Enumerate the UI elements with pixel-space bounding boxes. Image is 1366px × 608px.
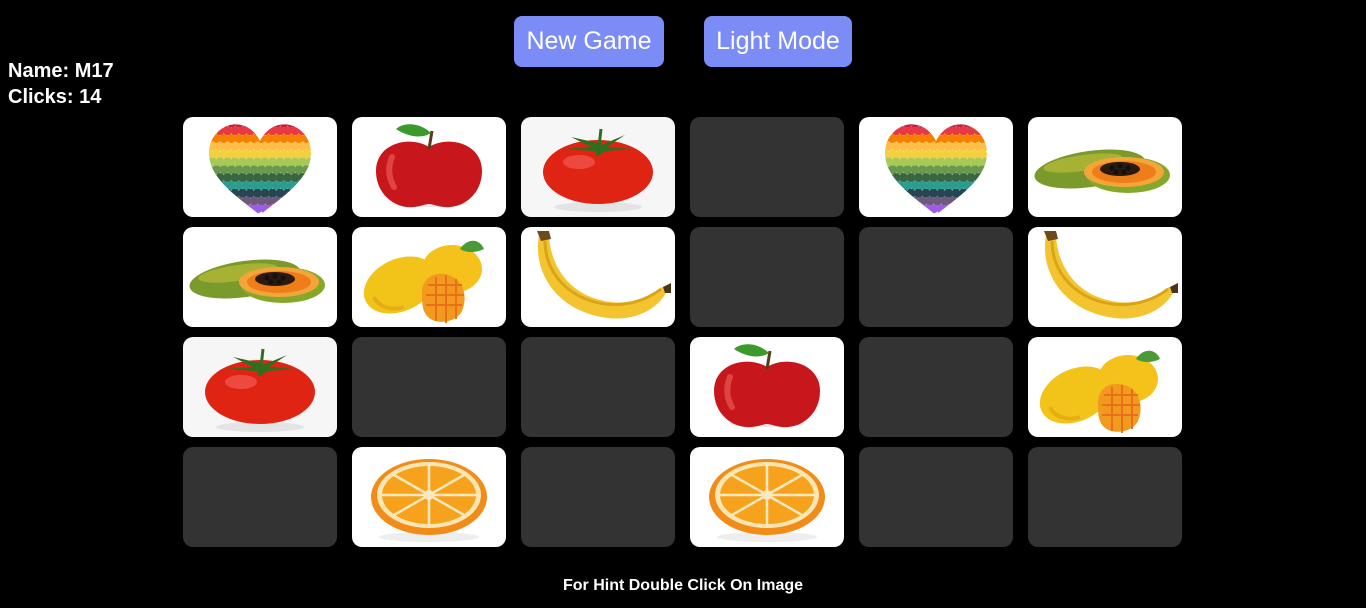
card-r2c3-banana[interactable] — [521, 227, 675, 327]
card-r2c5-hidden[interactable] — [859, 227, 1013, 327]
card-r1c5-heart[interactable] — [859, 117, 1013, 217]
card-r3c1-tomato[interactable] — [183, 337, 337, 437]
card-r1c1-heart[interactable] — [183, 117, 337, 217]
banana-icon — [537, 231, 671, 319]
mango-icon — [363, 240, 484, 323]
card-r2c4-hidden[interactable] — [690, 227, 844, 327]
papaya-icon — [189, 259, 325, 303]
card-r4c5-hidden[interactable] — [859, 447, 1013, 547]
tomato-icon — [205, 348, 315, 432]
mango-icon — [1039, 350, 1160, 433]
card-r1c2-apple[interactable] — [352, 117, 506, 217]
memory-game-page: New Game Light Mode Name: M17 Clicks: 14 — [0, 0, 1366, 608]
card-r4c3-hidden[interactable] — [521, 447, 675, 547]
card-r1c3-tomato[interactable] — [521, 117, 675, 217]
card-r2c2-mango[interactable] — [352, 227, 506, 327]
card-r4c1-hidden[interactable] — [183, 447, 337, 547]
papaya-icon — [1034, 149, 1170, 193]
card-r3c6-mango[interactable] — [1028, 337, 1182, 437]
apple-icon — [714, 344, 820, 428]
card-r2c1-papaya[interactable] — [183, 227, 337, 327]
card-r4c4-orange[interactable] — [690, 447, 844, 547]
card-r3c2-hidden[interactable] — [352, 337, 506, 437]
card-r3c3-hidden[interactable] — [521, 337, 675, 437]
card-r3c5-hidden[interactable] — [859, 337, 1013, 437]
orange-icon — [371, 459, 487, 542]
new-game-button[interactable]: New Game — [514, 16, 664, 67]
light-mode-button[interactable]: Light Mode — [704, 16, 852, 67]
card-r3c4-apple[interactable] — [690, 337, 844, 437]
apple-icon — [376, 124, 482, 208]
click-counter: Clicks: 14 — [8, 86, 102, 108]
orange-icon — [709, 459, 825, 542]
card-r1c4-hidden[interactable] — [690, 117, 844, 217]
card-grid — [183, 117, 1182, 547]
card-r1c6-papaya[interactable] — [1028, 117, 1182, 217]
hint-text: For Hint Double Click On Image — [562, 577, 804, 594]
card-r4c6-hidden[interactable] — [1028, 447, 1182, 547]
card-r4c2-orange[interactable] — [352, 447, 506, 547]
heart-icon — [209, 124, 311, 214]
heart-icon — [885, 124, 987, 214]
card-r2c6-banana[interactable] — [1028, 227, 1182, 327]
player-name: Name: M17 — [8, 60, 114, 82]
player-stats: Name: M17 Clicks: 14 — [8, 58, 114, 110]
top-button-bar: New Game Light Mode — [514, 16, 852, 67]
banana-icon — [1044, 231, 1178, 319]
tomato-icon — [543, 128, 653, 212]
